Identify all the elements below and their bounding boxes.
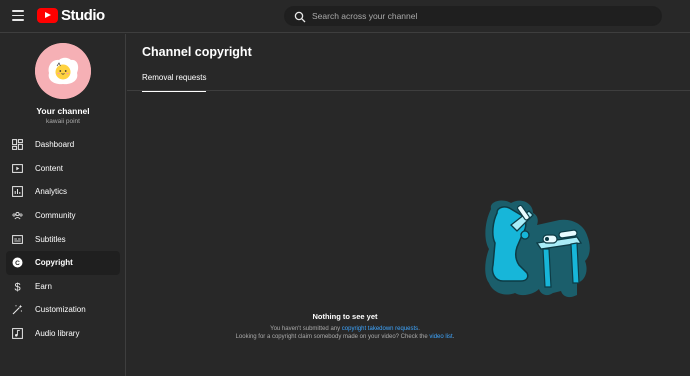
sidebar: Your channel kawaii point Dashboard Cont… xyxy=(0,34,126,376)
empty-state-title: Nothing to see yet xyxy=(312,312,378,321)
sidebar-item-earn[interactable]: $ Earn xyxy=(6,275,120,299)
search-icon xyxy=(294,11,306,23)
svg-text:$: $ xyxy=(14,281,20,292)
empty-state-line-1: You haven't submitted any copyright take… xyxy=(0,326,690,332)
app-name: Studio xyxy=(61,7,105,24)
video-list-link[interactable]: video list xyxy=(429,334,452,340)
search-bar[interactable] xyxy=(284,6,662,26)
community-icon xyxy=(12,210,23,221)
empty-state-text: You haven't submitted any xyxy=(270,326,341,332)
sidebar-item-content[interactable]: Content xyxy=(6,157,120,181)
sidebar-item-label: Subtitles xyxy=(35,234,66,244)
sidebar-item-label: Dashboard xyxy=(35,140,75,150)
dollar-icon: $ xyxy=(12,281,23,292)
sidebar-item-community[interactable]: Community xyxy=(6,204,120,228)
empty-state-text: Looking for a copyright claim somebody m… xyxy=(235,334,428,340)
copyright-takedown-requests-link[interactable]: copyright takedown requests xyxy=(342,326,418,332)
sidebar-item-subtitles[interactable]: Subtitles xyxy=(6,227,120,251)
sidebar-item-label: Content xyxy=(35,163,64,173)
channel-avatar[interactable] xyxy=(35,43,91,99)
sidebar-item-dashboard[interactable]: Dashboard xyxy=(6,133,120,157)
hamburger-menu-icon[interactable] xyxy=(12,10,24,22)
copyright-icon: C xyxy=(12,257,23,268)
sidebar-item-copyright[interactable]: C Copyright xyxy=(6,250,120,275)
sidebar-item-label: Earn xyxy=(35,281,52,291)
youtube-logo-icon xyxy=(37,8,58,23)
empty-state-text: . xyxy=(418,326,420,332)
dashboard-icon xyxy=(12,139,23,151)
analytics-icon xyxy=(12,186,23,198)
empty-state-text: . xyxy=(452,334,455,340)
empty-state-illustration xyxy=(485,200,590,298)
studio-logo[interactable]: Studio xyxy=(37,8,105,23)
svg-text:C: C xyxy=(15,260,20,267)
sidebar-item-label: Copyright xyxy=(35,258,73,268)
page-title: Channel copyright xyxy=(142,45,252,59)
channel-name: kawaii point xyxy=(46,118,80,125)
main-content: Channel copyright Removal requests Nothi… xyxy=(127,34,690,376)
sidebar-item-label: Analytics xyxy=(35,187,68,197)
top-header: Studio xyxy=(0,0,690,33)
sidebar-item-label: Community xyxy=(35,211,76,221)
egg-mascot-icon xyxy=(35,43,91,99)
tab-divider xyxy=(127,90,690,91)
subtitles-icon xyxy=(12,234,23,245)
content-icon xyxy=(12,163,23,174)
search-input[interactable] xyxy=(312,7,652,25)
empty-state-line-2: Looking for a copyright claim somebody m… xyxy=(0,334,690,340)
sidebar-item-analytics[interactable]: Analytics xyxy=(6,180,120,204)
channel-title: Your channel xyxy=(36,106,90,116)
